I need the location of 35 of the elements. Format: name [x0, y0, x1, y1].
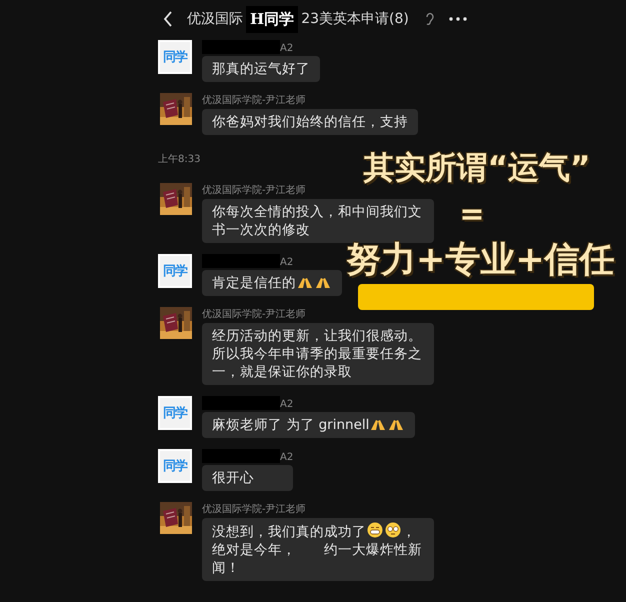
pray-emoji-icon: [315, 275, 331, 289]
equals-sign: =: [459, 198, 485, 232]
sender-name: 优汲国际学院-尹江老师: [202, 94, 306, 107]
sender-name: A2: [280, 257, 294, 268]
avatar[interactable]: 同学: [158, 40, 192, 74]
avatar[interactable]: 同学: [158, 449, 192, 483]
avatar[interactable]: 同学: [158, 396, 192, 430]
sender-name: A2: [280, 452, 294, 463]
message-bubble: 很开心: [202, 465, 294, 491]
sender-name: 优汲国际学院-尹江老师: [202, 184, 306, 197]
more-icon[interactable]: [448, 17, 467, 21]
face-emoji-icon: [385, 522, 401, 538]
chat-title: 23美英本申请(8): [301, 10, 409, 28]
chat-title: 优汲国际: [187, 10, 243, 28]
timestamp: 上午8:33: [158, 152, 200, 166]
title-cover-label: H同学: [246, 6, 298, 32]
message-bubble: 你每次全情的投入，和中间我们文书一次次的修改: [202, 199, 434, 243]
headline-text: 其实所谓“运气”: [364, 149, 590, 188]
message-bubble: 那真的运气好了: [202, 56, 320, 82]
sender-name: A2: [280, 43, 294, 54]
message-bubble: 你爸妈对我们始终的信任，支持: [202, 109, 418, 135]
ear-icon: [424, 12, 435, 26]
grin-emoji-icon: [367, 522, 383, 538]
pray-emoji-icon: [370, 417, 386, 431]
message-bubble: 经历活动的更新，让我们很感动。所以我今年申请季的最重要任务之一，就是保证你的录取: [202, 323, 434, 385]
sender-name: A2: [280, 399, 294, 410]
pray-emoji-icon: [297, 275, 313, 289]
back-icon[interactable]: [163, 11, 173, 27]
avatar[interactable]: 同学: [158, 254, 192, 288]
message-bubble: 麻烦老师了 为了 grinnell: [202, 412, 416, 438]
pray-emoji-icon: [388, 417, 404, 431]
sender-name: 优汲国际学院-尹江老师: [202, 308, 306, 321]
message-bubble: 肯定是信任的: [202, 270, 342, 296]
sender-name: 优汲国际学院-尹江老师: [202, 502, 306, 516]
message-bubble: 没想到，我们真的成功了 ，绝对是今年， 约一大爆炸性新闻！: [202, 518, 434, 581]
